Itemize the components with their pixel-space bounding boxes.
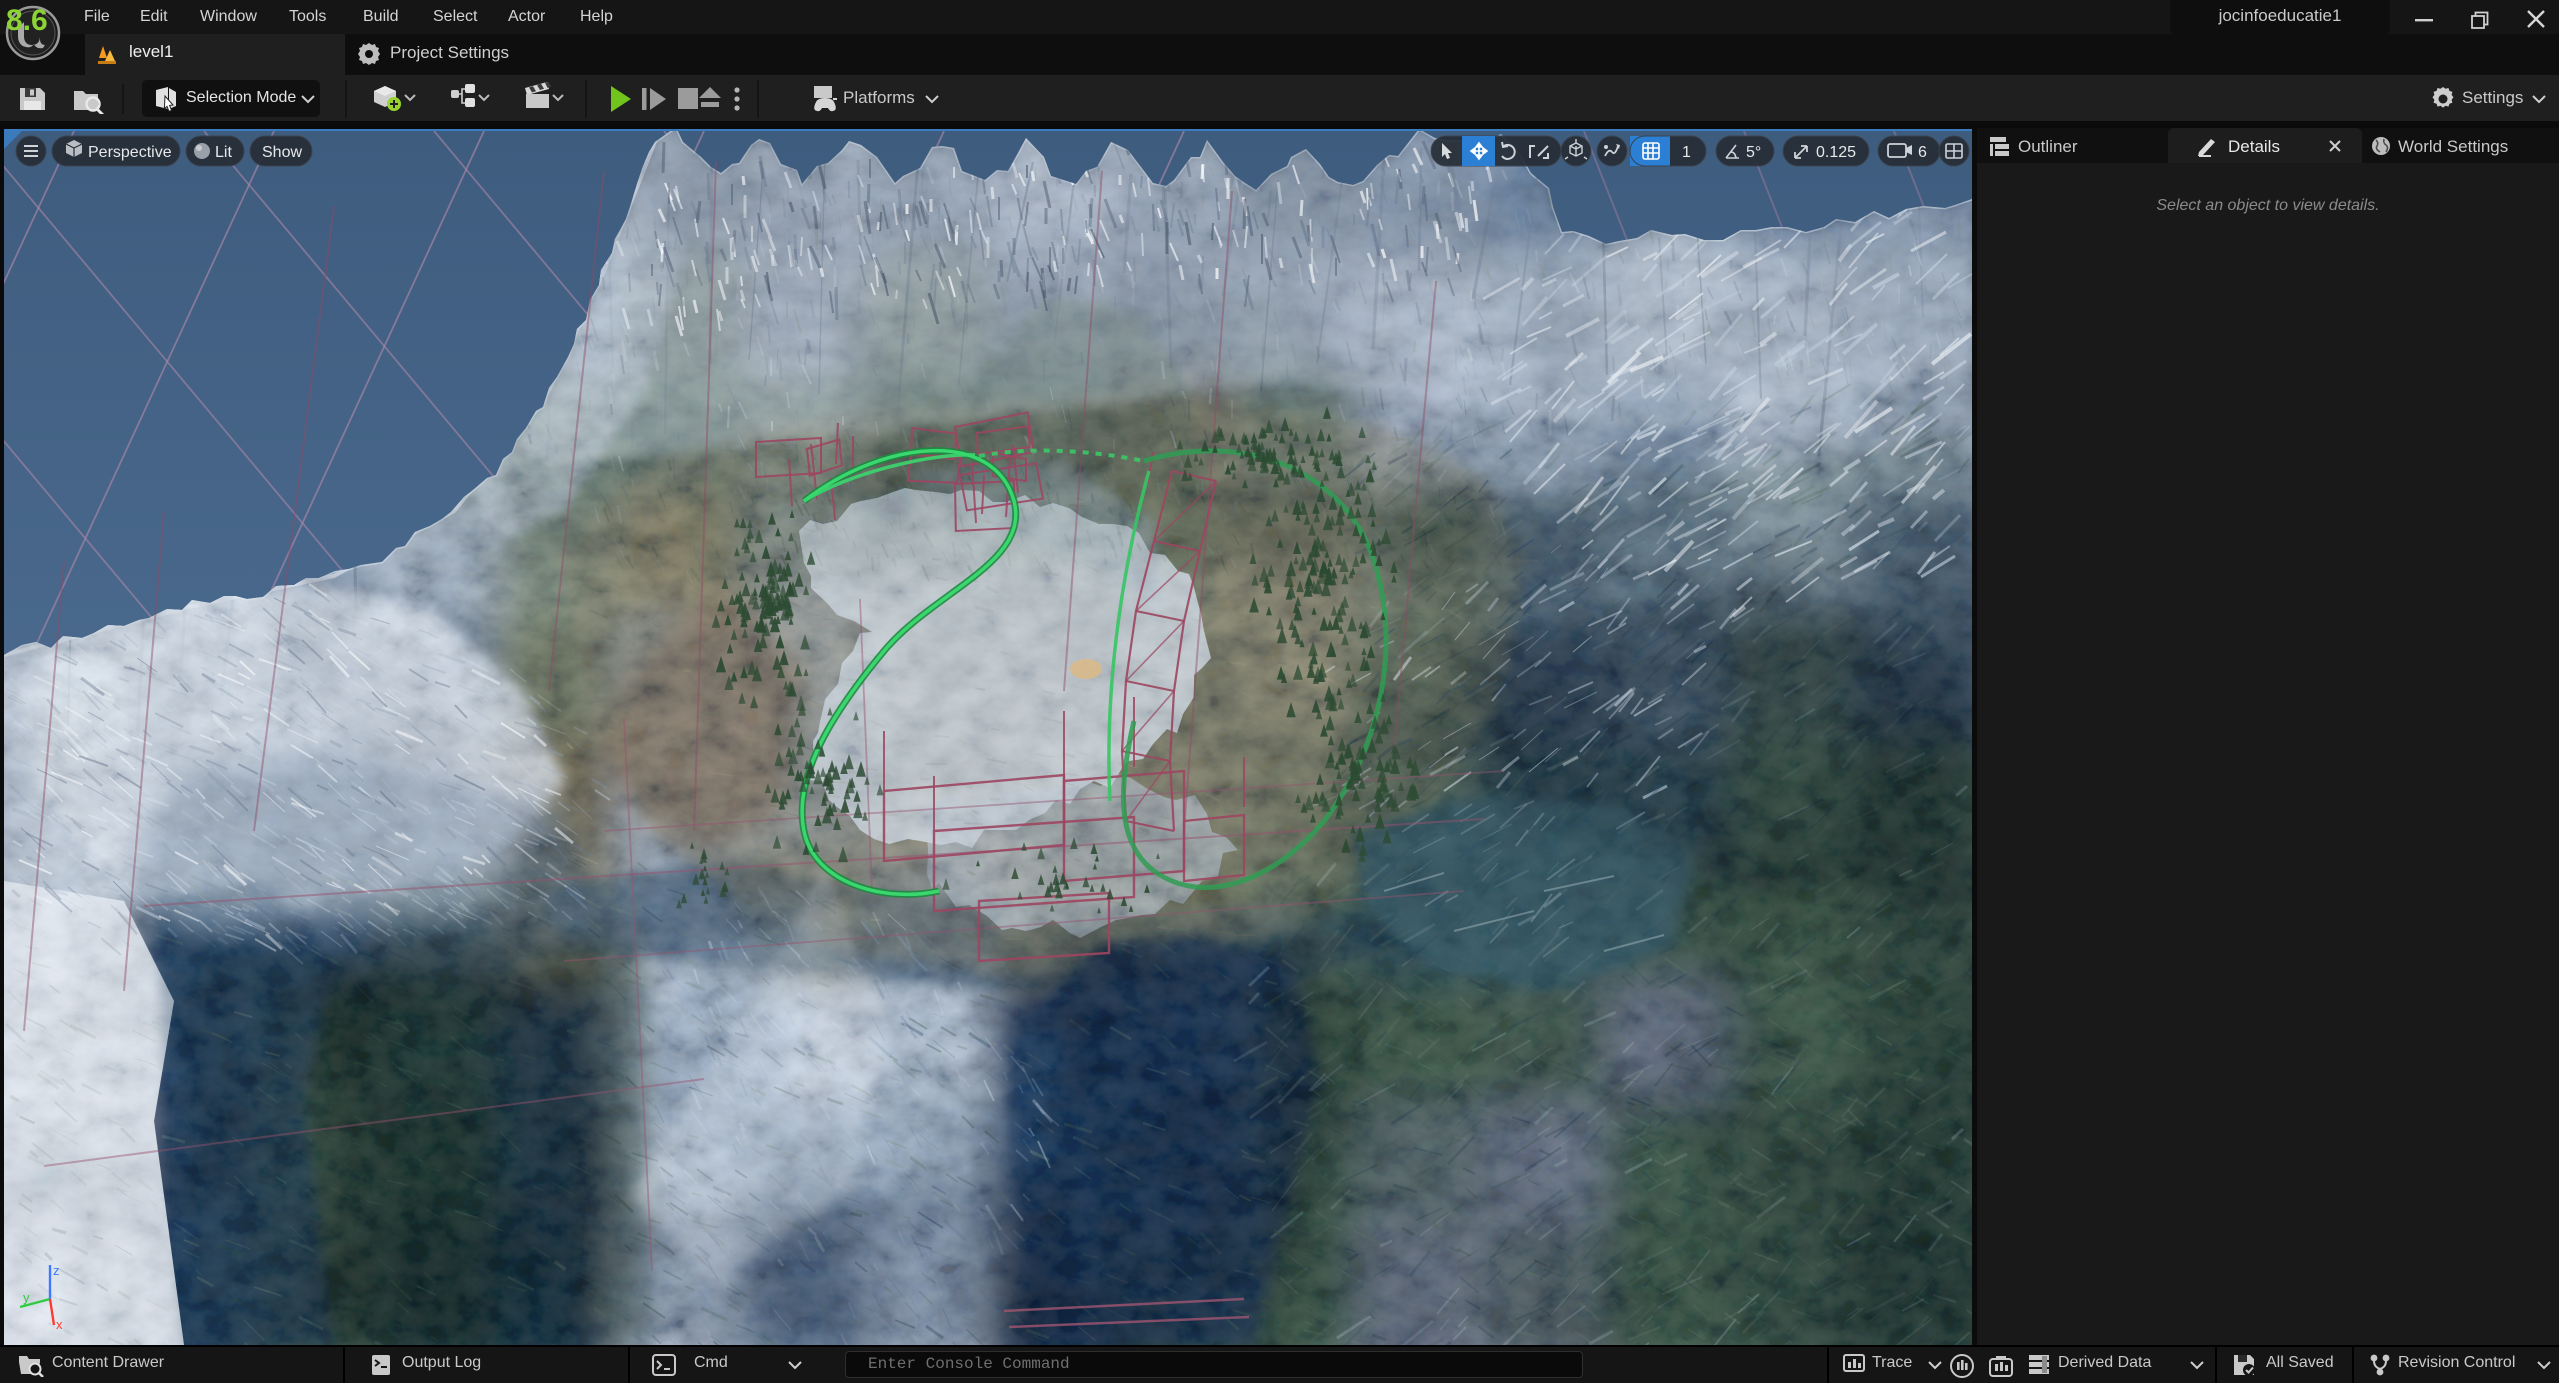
svg-text:Lit: Lit — [215, 144, 232, 161]
svg-text:1: 1 — [1682, 144, 1691, 161]
svg-text:Show: Show — [262, 144, 302, 161]
svg-text:8.6: 8.6 — [6, 4, 48, 37]
svg-text:5°: 5° — [1746, 144, 1761, 161]
svg-text:0.125: 0.125 — [1816, 144, 1856, 161]
svg-text:z: z — [53, 1263, 60, 1278]
svg-text:6: 6 — [1918, 144, 1927, 161]
svg-text:x: x — [56, 1317, 63, 1332]
svg-text:Perspective: Perspective — [88, 144, 172, 161]
svg-text:y: y — [23, 1290, 30, 1305]
